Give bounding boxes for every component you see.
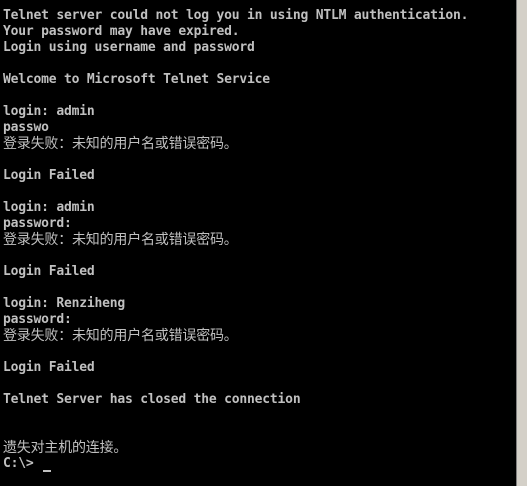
console-line: Login Failed (3, 360, 95, 375)
console-line: password: (3, 312, 72, 327)
console-line: Login Failed (3, 168, 95, 183)
console-line: 遗失对主机的连接。 (3, 440, 128, 456)
console-line: login: admin (3, 200, 95, 215)
console-line: login: admin (3, 104, 95, 119)
console-line: login: Renziheng (3, 296, 126, 311)
console-line: 登录失败：未知的用户名或错误密码。 (3, 136, 238, 152)
console-line: 登录失败：未知的用户名或错误密码。 (3, 328, 238, 344)
console-line: 登录失败：未知的用户名或错误密码。 (3, 232, 238, 248)
console-line: passwo (3, 120, 49, 135)
console-line: Telnet Server has closed the connection (3, 392, 301, 407)
console-line: Telnet server could not log you in using… (3, 8, 469, 23)
console-line: Welcome to Microsoft Telnet Service (3, 72, 270, 87)
console-line: Login using username and password (3, 40, 255, 55)
text-cursor (43, 470, 51, 472)
console-window[interactable]: Telnet server could not log you in using… (0, 0, 516, 486)
console-line: password: (3, 216, 72, 231)
console-line: Login Failed (3, 264, 95, 279)
console-line: Your password may have expired. (3, 24, 240, 39)
vertical-scrollbar[interactable] (516, 0, 527, 486)
command-prompt[interactable]: C:\> (3, 456, 34, 472)
